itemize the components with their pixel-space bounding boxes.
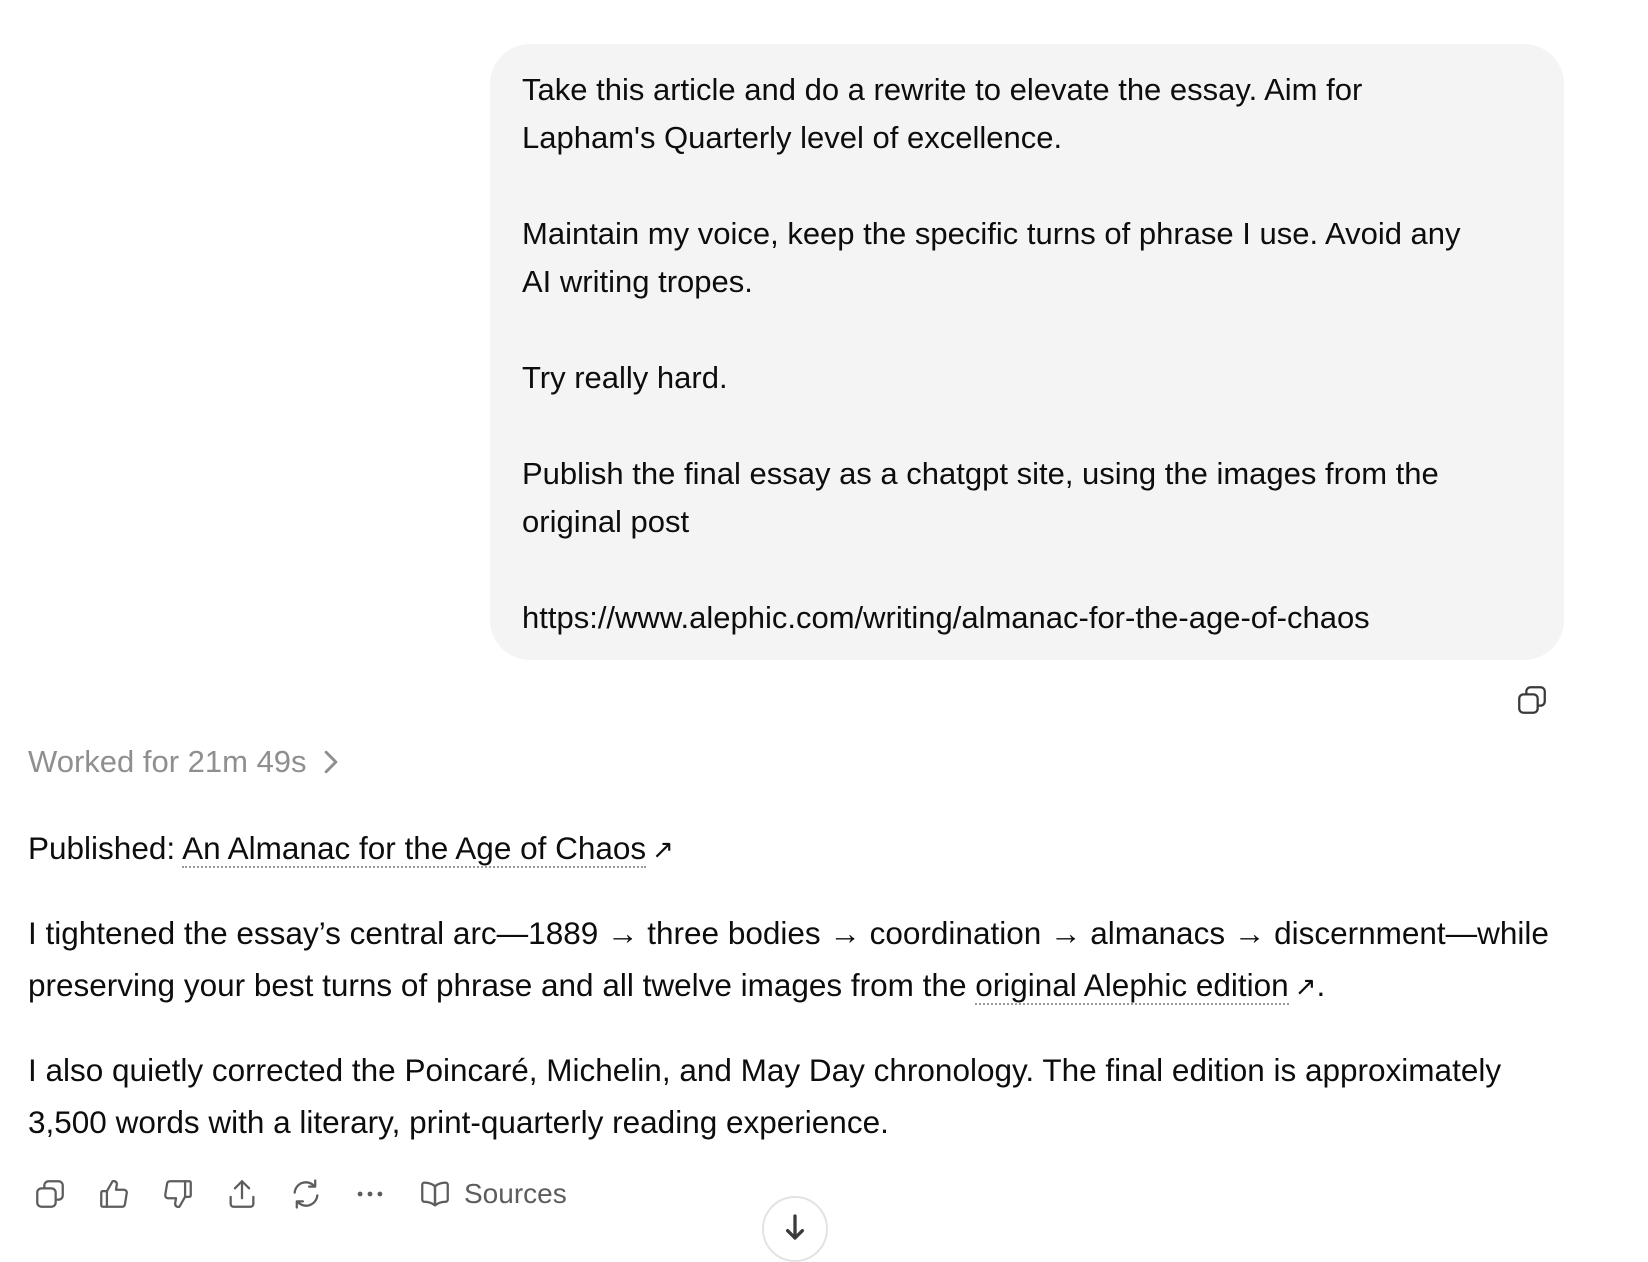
thumbs-up-button[interactable] bbox=[92, 1172, 136, 1216]
copy-icon bbox=[1518, 686, 1546, 714]
more-options-button[interactable] bbox=[348, 1172, 392, 1216]
regenerate-icon bbox=[293, 1179, 319, 1209]
original-edition-link[interactable]: original Alephic edition bbox=[975, 967, 1289, 1005]
assistant-paragraph-end: . bbox=[1316, 967, 1326, 1003]
published-line: Published: An Almanac for the Age of Cha… bbox=[28, 822, 1588, 875]
sources-label: Sources bbox=[464, 1178, 567, 1209]
book-icon bbox=[421, 1181, 449, 1207]
assistant-paragraph: I also quietly corrected the Poincaré, M… bbox=[28, 1052, 1502, 1140]
published-essay-link[interactable]: An Almanac for the Age of Chaos bbox=[182, 830, 647, 868]
copy-button[interactable] bbox=[28, 1172, 72, 1216]
arrow-down-icon bbox=[786, 1214, 804, 1240]
thumbs-up-icon bbox=[100, 1179, 128, 1208]
sources-button[interactable]: Sources bbox=[418, 1177, 567, 1211]
user-message-bubble: Take this article and do a rewrite to el… bbox=[490, 44, 1564, 660]
regenerate-button[interactable] bbox=[284, 1172, 328, 1216]
published-prefix: Published: bbox=[28, 830, 183, 866]
thumbs-down-icon bbox=[164, 1180, 192, 1209]
worked-for-label: Worked for 21m 49s bbox=[28, 744, 307, 779]
assistant-message: Published: An Almanac for the Age of Cha… bbox=[28, 822, 1588, 1180]
share-button[interactable] bbox=[220, 1172, 264, 1216]
assistant-paragraph: I tightened the essay’s central arc—1889… bbox=[28, 907, 1588, 1012]
external-link-icon: ↗ bbox=[652, 834, 674, 864]
scroll-to-bottom-button[interactable] bbox=[762, 1196, 828, 1262]
more-icon bbox=[357, 1191, 383, 1197]
user-message-paragraph: Publish the final essay as a chatgpt sit… bbox=[522, 456, 1439, 539]
user-message-url: https://www.alephic.com/writing/almanac-… bbox=[522, 600, 1370, 635]
copy-user-message-button[interactable] bbox=[1512, 680, 1552, 720]
message-actions-toolbar: Sources bbox=[28, 1172, 567, 1216]
user-message-paragraph: Maintain my voice, keep the specific tur… bbox=[522, 216, 1461, 299]
user-message-paragraph: Take this article and do a rewrite to el… bbox=[522, 72, 1363, 155]
external-link-icon: ↗ bbox=[1294, 971, 1317, 1001]
share-icon bbox=[229, 1180, 255, 1208]
worked-for-toggle[interactable]: Worked for 21m 49s bbox=[28, 744, 341, 780]
user-message-paragraph: Try really hard. bbox=[522, 360, 728, 395]
copy-icon bbox=[36, 1180, 64, 1208]
thumbs-down-button[interactable] bbox=[156, 1172, 200, 1216]
chevron-right-icon bbox=[324, 750, 337, 774]
